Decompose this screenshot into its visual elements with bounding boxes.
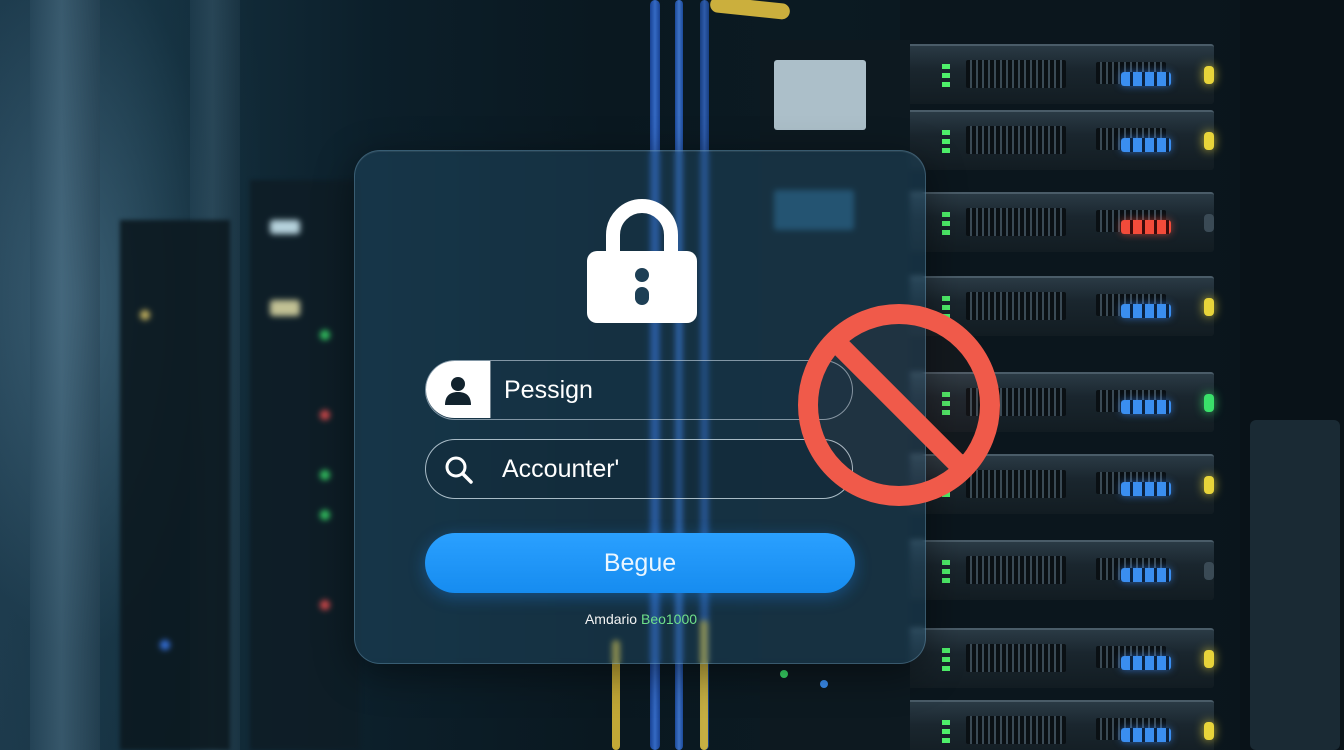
status-light — [780, 670, 788, 678]
server-unit — [906, 44, 1214, 104]
rack-label — [774, 60, 866, 130]
user-icon-badge — [426, 361, 490, 418]
status-light — [270, 220, 300, 234]
username-field[interactable]: Pessign — [425, 360, 853, 420]
server-rack — [120, 220, 230, 750]
footer-text-accent: Beo1000 — [640, 611, 698, 627]
footer-text-part: Amdario — [584, 611, 638, 627]
status-light — [320, 510, 330, 520]
status-light — [320, 330, 330, 340]
search-icon — [445, 456, 473, 484]
server-unit — [906, 110, 1214, 170]
server-unit — [906, 628, 1214, 688]
username-value: Pessign — [504, 376, 593, 404]
status-light — [820, 680, 828, 688]
footer-text: Amdario Beo1000 — [355, 611, 927, 627]
network-cable — [709, 0, 791, 21]
submit-button[interactable]: Begue — [425, 533, 855, 593]
status-light — [160, 640, 170, 650]
server-unit — [906, 700, 1214, 750]
account-value: Accounter' — [502, 455, 620, 483]
field-divider — [490, 361, 491, 418]
prohibited-icon — [798, 304, 1000, 506]
status-light — [320, 600, 330, 610]
server-rack — [250, 180, 360, 750]
server-rack — [1240, 0, 1344, 750]
status-light — [320, 470, 330, 480]
status-light — [270, 300, 300, 316]
account-field[interactable]: Accounter' — [425, 439, 853, 499]
server-unit — [906, 540, 1214, 600]
server-unit — [906, 192, 1214, 252]
status-light — [320, 410, 330, 420]
pillar — [30, 0, 100, 750]
rack-panel — [1250, 420, 1340, 750]
lock-icon — [587, 199, 697, 323]
user-icon — [445, 377, 471, 405]
status-light — [140, 310, 150, 320]
